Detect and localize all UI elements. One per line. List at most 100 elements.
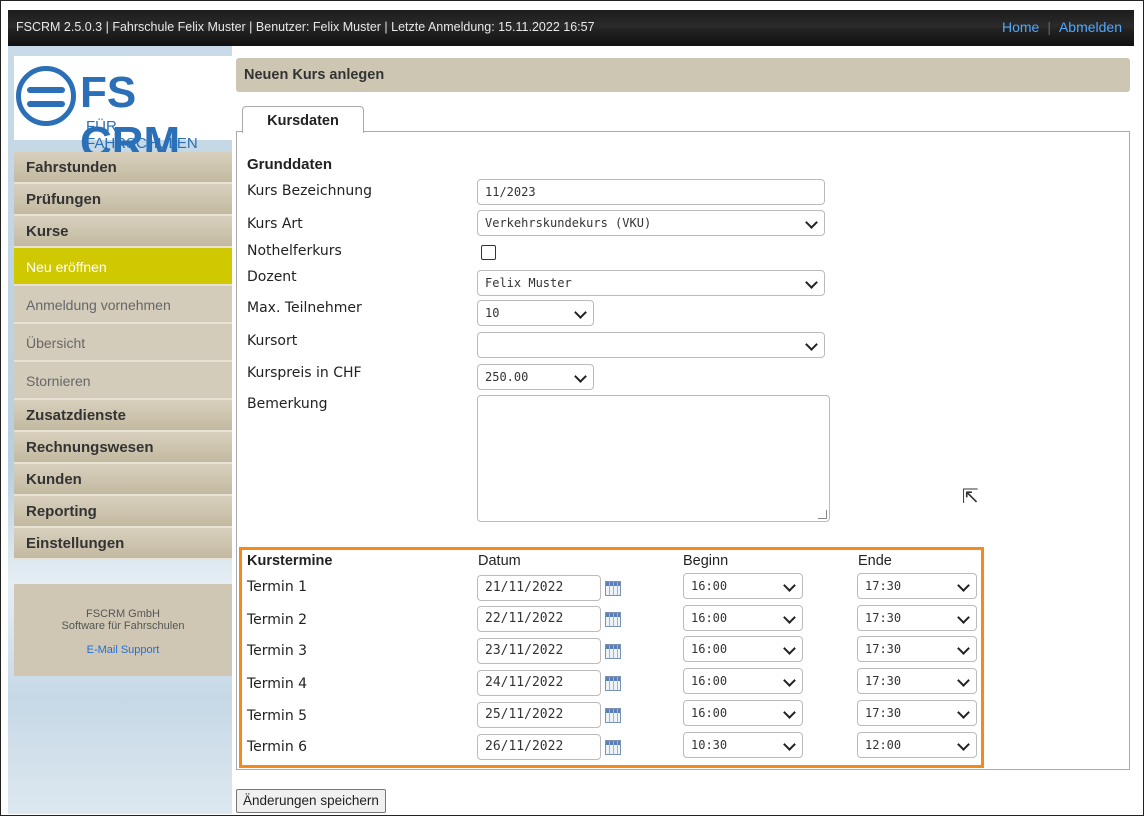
termin-beginn-select[interactable]: 10:30 (683, 732, 803, 758)
datum-header: Datum (478, 553, 521, 569)
calendar-icon[interactable] (605, 708, 621, 723)
top-links: Home | Abmelden (1002, 19, 1122, 35)
sidebar-subitem-anmeldung[interactable]: Anmeldung vornehmen (14, 286, 232, 324)
kurs-art-select[interactable]: Verkehrskundekurs (VKU) (477, 210, 825, 236)
chevron-down-icon (957, 611, 970, 624)
dozent-select[interactable]: Felix Muster (477, 270, 825, 296)
termin-beginn-select[interactable]: 16:00 (683, 700, 803, 726)
termin-beginn-value: 10:30 (691, 738, 728, 752)
sidebar-item-kunden[interactable]: Kunden (14, 464, 232, 496)
termin-label: Termin 1 (247, 579, 308, 595)
termin-beginn-select[interactable]: 16:00 (683, 636, 803, 662)
logout-link[interactable]: Abmelden (1059, 19, 1122, 35)
termin-ende-value: 17:30 (865, 706, 902, 720)
calendar-icon[interactable] (605, 644, 621, 659)
bemerkung-textarea[interactable] (477, 395, 830, 522)
section-grunddaten: Grunddaten (247, 156, 332, 173)
chevron-down-icon (783, 738, 796, 751)
sidebar-subitem-stornieren[interactable]: Stornieren (14, 362, 232, 400)
kurs-art-label: Kurs Art (247, 216, 303, 232)
termin-datum-input[interactable]: 25/11/2022 (477, 702, 601, 728)
kurspreis-select[interactable]: 250.00 (477, 364, 594, 390)
chevron-down-icon (783, 579, 796, 592)
chevron-down-icon (957, 579, 970, 592)
logo-icon (16, 66, 76, 126)
termin-beginn-value: 16:00 (691, 706, 728, 720)
termin-beginn-value: 16:00 (691, 674, 728, 688)
termin-datum-input[interactable]: 22/11/2022 (477, 606, 601, 632)
termin-datum-input[interactable]: 21/11/2022 (477, 575, 601, 601)
termin-ende-value: 17:30 (865, 579, 902, 593)
chevron-down-icon (805, 276, 818, 289)
termin-ende-select[interactable]: 17:30 (857, 700, 977, 726)
tab-kursdaten[interactable]: Kursdaten (242, 106, 364, 133)
sidebar-item-reporting[interactable]: Reporting (14, 496, 232, 528)
sidebar-item-fahrstunden[interactable]: Fahrstunden (14, 152, 232, 184)
sidebar-item-pruefungen[interactable]: Prüfungen (14, 184, 232, 216)
termin-label: Termin 4 (247, 676, 308, 692)
termin-beginn-value: 16:00 (691, 642, 728, 656)
calendar-icon[interactable] (605, 740, 621, 755)
kursort-label: Kursort (247, 333, 298, 349)
bemerkung-label: Bemerkung (247, 396, 328, 412)
termin-beginn-select[interactable]: 16:00 (683, 573, 803, 599)
sidebar-item-zusatzdienste[interactable]: Zusatzdienste (14, 400, 232, 432)
link-separator: | (1047, 19, 1051, 35)
termin-beginn-value: 16:00 (691, 611, 728, 625)
kurs-art-value: Verkehrskundekurs (VKU) (485, 216, 652, 230)
support-tagline: Software für Fahrschulen (61, 620, 185, 632)
sidebar-item-einstellungen[interactable]: Einstellungen (14, 528, 232, 560)
sidebar-item-rechnungswesen[interactable]: Rechnungswesen (14, 432, 232, 464)
calendar-icon[interactable] (605, 581, 621, 596)
chevron-down-icon (783, 674, 796, 687)
max-teilnehmer-select[interactable]: 10 (477, 300, 594, 326)
kursort-select[interactable] (477, 332, 825, 358)
chevron-down-icon (574, 306, 587, 319)
sidebar-item-kurse[interactable]: Kurse (14, 216, 232, 248)
chevron-down-icon (574, 370, 587, 383)
home-link[interactable]: Home (1002, 19, 1039, 35)
termin-ende-select[interactable]: 17:30 (857, 668, 977, 694)
support-company: FSCRM GmbH (86, 608, 160, 620)
resize-grip-icon[interactable] (818, 510, 827, 519)
chevron-down-icon (783, 706, 796, 719)
termin-ende-select[interactable]: 17:30 (857, 605, 977, 631)
beginn-header: Beginn (683, 553, 729, 569)
termin-ende-value: 17:30 (865, 642, 902, 656)
kurs-bezeichnung-input[interactable]: 11/2023 (477, 179, 825, 205)
termin-datum-input[interactable]: 23/11/2022 (477, 638, 601, 664)
save-button[interactable]: Änderungen speichern (236, 789, 386, 813)
kurstermine-title: Kurstermine (247, 553, 333, 569)
sidebar-subitem-neu-eroeffnen[interactable]: Neu eröffnen (14, 248, 232, 286)
ende-header: Ende (858, 553, 892, 569)
sidebar-menu: Fahrstunden Prüfungen Kurse Neu eröffnen… (14, 152, 232, 560)
termin-ende-value: 17:30 (865, 611, 902, 625)
termin-datum-input[interactable]: 24/11/2022 (477, 670, 601, 696)
nothelferkurs-checkbox[interactable] (481, 245, 496, 260)
termin-beginn-select[interactable]: 16:00 (683, 668, 803, 694)
chevron-down-icon (805, 338, 818, 351)
termin-ende-select[interactable]: 17:30 (857, 573, 977, 599)
chevron-down-icon (957, 674, 970, 687)
email-support-link[interactable]: E-Mail Support (87, 644, 160, 656)
kurs-bezeichnung-label: Kurs Bezeichnung (247, 183, 373, 199)
termin-ende-select[interactable]: 17:30 (857, 636, 977, 662)
nothelferkurs-label: Nothelferkurs (247, 243, 342, 259)
termin-datum-input[interactable]: 26/11/2022 (477, 734, 601, 760)
termin-ende-value: 17:30 (865, 674, 902, 688)
calendar-icon[interactable] (605, 612, 621, 627)
chevron-down-icon (957, 738, 970, 751)
logo: FS CRM FÜR FAHRSCHULEN (14, 56, 232, 167)
termin-ende-select[interactable]: 12:00 (857, 732, 977, 758)
termin-ende-value: 12:00 (865, 738, 902, 752)
calendar-icon[interactable] (605, 676, 621, 691)
chevron-down-icon (783, 642, 796, 655)
sidebar: FS CRM FÜR FAHRSCHULEN Fahrstunden Prüfu… (8, 46, 232, 814)
sidebar-subitem-uebersicht[interactable]: Übersicht (14, 324, 232, 362)
page-title: Neuen Kurs anlegen (236, 58, 1130, 92)
chevron-down-icon (957, 642, 970, 655)
termin-beginn-value: 16:00 (691, 579, 728, 593)
max-teilnehmer-value: 10 (485, 306, 500, 320)
session-info: FSCRM 2.5.0.3 | Fahrschule Felix Muster … (16, 20, 595, 34)
termin-beginn-select[interactable]: 16:00 (683, 605, 803, 631)
